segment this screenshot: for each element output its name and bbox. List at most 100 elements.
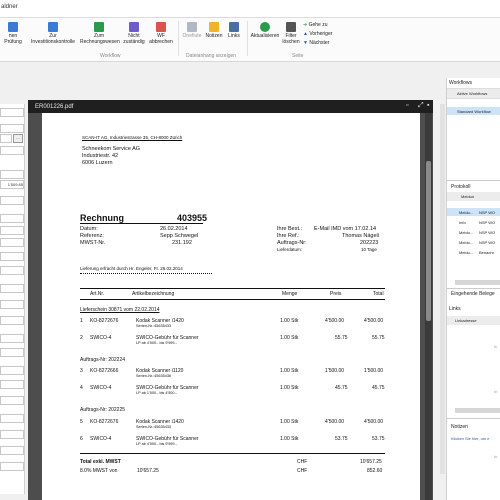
aktualisieren-button[interactable]: Aktualisieren <box>249 22 281 39</box>
link-icon <box>229 22 239 32</box>
wf-abbrechen-button[interactable]: WF abbrechen <box>148 22 174 45</box>
notizen-add-link[interactable]: Klicken Sie hier, um e <box>451 436 489 441</box>
item-sub: Serien-Nr.:45635433 <box>136 324 172 328</box>
browse-button[interactable]: … <box>13 134 23 143</box>
divider <box>447 180 500 181</box>
form-field[interactable] <box>0 266 24 275</box>
form-field[interactable] <box>0 124 24 133</box>
meta-label: Referenz: <box>80 233 104 239</box>
item-total: 4'500.00 <box>364 318 384 324</box>
links-info: In <box>494 344 498 349</box>
form-field[interactable] <box>0 348 24 357</box>
form-field[interactable] <box>0 170 24 179</box>
protokoll-message: NSP WO <box>479 220 496 225</box>
form-field[interactable] <box>0 380 24 389</box>
close-icon[interactable]: ▪ <box>427 102 429 109</box>
arrow-up-icon: ▲ <box>303 31 308 37</box>
item-total: 55.75 <box>372 335 385 341</box>
meta-value: 202223 <box>360 240 379 246</box>
pruefung-button[interactable]: nen Prüfung <box>0 22 26 45</box>
notizen-button[interactable]: Notizen <box>204 22 224 39</box>
item-qty: 1.00 Stk <box>280 318 299 324</box>
item-qty: 1.00 Stk <box>280 335 299 341</box>
protokoll-row[interactable]: Meldu... NSP WO <box>447 208 500 216</box>
form-field[interactable] <box>0 316 24 325</box>
protokoll-message: NSP WO <box>479 210 496 215</box>
form-field[interactable] <box>0 300 24 309</box>
form-field[interactable] <box>0 196 24 205</box>
form-field[interactable] <box>0 446 24 455</box>
form-field[interactable] <box>0 214 24 223</box>
restore-icon[interactable]: ▫ <box>406 102 408 109</box>
horizontal-scrollbar[interactable] <box>455 408 500 413</box>
address-line: Industriestr. 42 <box>82 153 119 159</box>
form-field[interactable] <box>0 462 24 471</box>
eingehende-belege-title: Eingehende Belege <box>451 291 495 297</box>
pdf-filename: ER001226.pdf <box>35 104 74 110</box>
invoice-page: SCAN-IT AG, Industriestrasse 35, CH-8000… <box>42 113 420 500</box>
form-field[interactable] <box>0 430 24 439</box>
window-title: aldner <box>1 4 18 10</box>
meta-value: Sepp Schwegel <box>160 233 199 239</box>
protokoll-type: Meldu... <box>459 230 474 235</box>
form-field[interactable] <box>0 238 24 247</box>
meta-label: Lieferdatum: <box>277 247 303 252</box>
protokoll-row[interactable]: Info NSP WO <box>447 218 500 226</box>
item-number: 6 <box>80 436 83 442</box>
form-field[interactable] <box>0 334 24 343</box>
auftrag-line: Auftrags-Nr: 202224 <box>80 357 126 363</box>
item-number: 2 <box>80 335 83 341</box>
filter-loeschen-button[interactable]: Filter löschen <box>282 22 300 45</box>
vorheriger-button[interactable]: ▲ Vorheriger <box>303 31 343 37</box>
pdf-scrollbar[interactable] <box>425 113 432 500</box>
forward-icon <box>48 22 58 32</box>
standard-workflow-row[interactable]: Standard Workflow <box>447 107 500 115</box>
naechster-button[interactable]: ▼ Nächster <box>303 40 343 46</box>
amount-field[interactable]: 1'509.85 <box>0 180 24 189</box>
mwst-value: 852.60 <box>367 468 383 474</box>
form-field[interactable] <box>0 284 24 293</box>
title-bar: aldner <box>0 0 500 18</box>
form-field[interactable] <box>0 414 24 423</box>
links-info: In <box>494 389 498 394</box>
notizen-title: Notizen <box>451 424 468 430</box>
form-field[interactable] <box>0 252 24 261</box>
form-field[interactable] <box>0 366 24 375</box>
user-icon <box>129 22 139 32</box>
nicht-zustaendig-button[interactable]: Nicht zuständig <box>120 22 148 45</box>
horizontal-scrollbar[interactable] <box>455 280 500 285</box>
protokoll-type: Meldu... <box>459 250 474 255</box>
pdf-scrollbar-thumb[interactable] <box>426 161 431 321</box>
protokoll-row[interactable]: Meldu... NSP WO <box>447 238 500 246</box>
item-art: SWICO-4 <box>90 335 112 341</box>
form-field[interactable] <box>0 134 12 143</box>
item-sub: LP ab 4'500.- bis 9'999.- <box>136 442 177 446</box>
refresh-icon <box>260 22 270 32</box>
splitter[interactable] <box>440 104 445 474</box>
form-field[interactable] <box>0 108 24 117</box>
mwst-currency: CHF <box>297 468 308 474</box>
meta-label: Datum: <box>80 226 98 232</box>
onefiute-button[interactable]: Onefiute <box>181 22 203 39</box>
meta-label: Auftrags-Nr: <box>277 240 307 246</box>
protokoll-row[interactable]: Meldu... NSP WO <box>447 228 500 236</box>
form-field[interactable] <box>0 146 24 155</box>
seite-group-label: Seite <box>292 53 304 59</box>
auftrag-line: Auftrags-Nr: 202225 <box>80 407 126 413</box>
rechnungswesen-button[interactable]: Zum Rechnungswesen <box>80 22 120 45</box>
links-button[interactable]: Links <box>225 22 243 39</box>
item-price: 4'500.00 <box>325 318 345 324</box>
invoice-heading: Rechnung <box>80 213 124 223</box>
meta-value: 26.02.2014 <box>160 226 188 232</box>
fullscreen-icon[interactable]: ⤢ <box>418 102 424 110</box>
protokoll-column-label: Meldun <box>461 194 475 199</box>
protokoll-row[interactable]: Meldu... Benachr <box>447 248 500 256</box>
gehe-zu-button[interactable]: ➜ Gehe zu <box>303 22 343 28</box>
sender-line: SCAN-IT AG, Industriestrasse 35, CH-8000… <box>82 135 183 140</box>
item-number: 4 <box>80 385 83 391</box>
form-field[interactable] <box>0 226 24 235</box>
investitionskontrolle-button[interactable]: Zur Investitionskontrolle <box>28 22 78 45</box>
form-field[interactable] <box>0 396 24 405</box>
note-icon <box>209 22 219 32</box>
ribbon-separator <box>247 21 248 56</box>
